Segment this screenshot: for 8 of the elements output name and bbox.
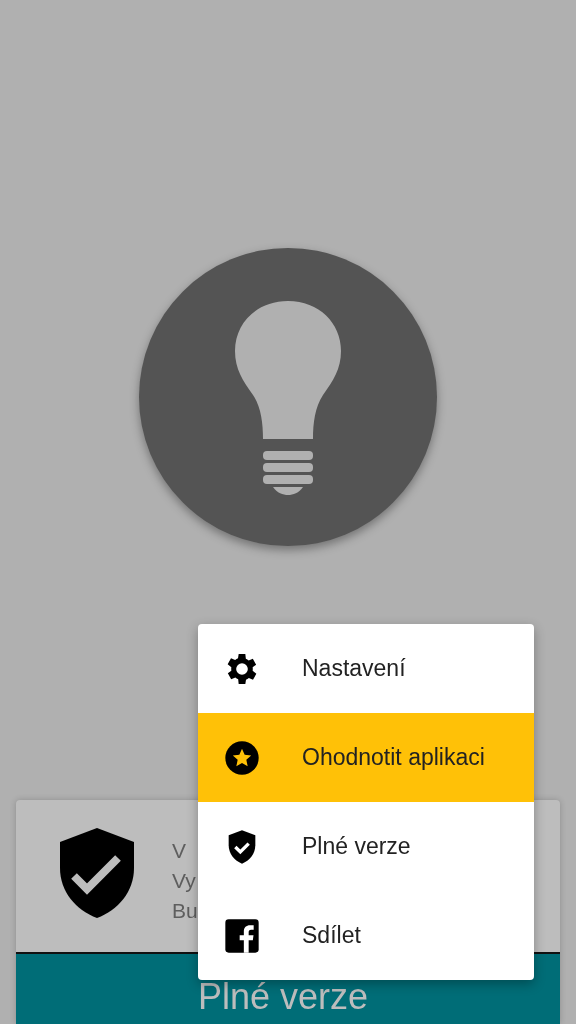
menu-item[interactable]: Nastavení bbox=[198, 624, 534, 713]
promo-text: Bu bbox=[172, 898, 198, 924]
menu-item[interactable]: Plné verze bbox=[198, 802, 534, 891]
promo-title: V bbox=[172, 838, 187, 864]
promo-text: Vy bbox=[172, 868, 197, 894]
menu-item[interactable]: Ohodnotit aplikaci bbox=[198, 713, 534, 802]
shield-check-icon bbox=[60, 828, 134, 918]
light-bulb-icon bbox=[233, 299, 343, 495]
